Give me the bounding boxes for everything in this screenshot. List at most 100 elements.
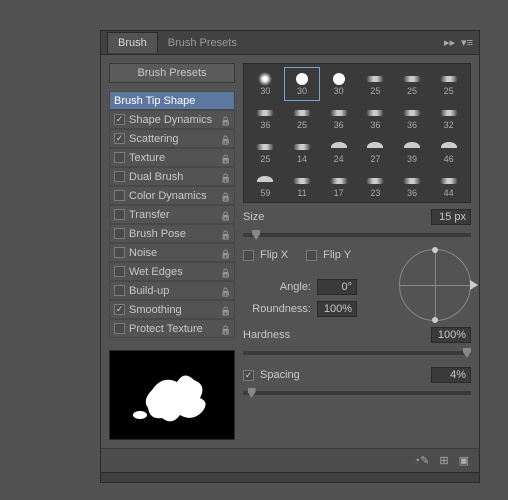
roundness-value[interactable]: 100% (317, 301, 357, 317)
size-label: Size (243, 211, 311, 223)
flipy-label: Flip Y (323, 249, 351, 261)
panel-footer: ◔✎ ⊞ ▣ (101, 448, 479, 472)
brush-thumbnail[interactable]: 46 (431, 136, 466, 168)
angle-label: Angle: (243, 281, 311, 293)
lock-icon[interactable] (220, 115, 230, 125)
brush-thumbnail[interactable]: 27 (358, 136, 393, 168)
hardness-label: Hardness (243, 329, 311, 341)
option-checkbox[interactable] (114, 190, 125, 201)
brush-thumbnail[interactable]: 23 (358, 170, 393, 202)
option-checkbox[interactable] (114, 228, 125, 239)
option-checkbox[interactable] (114, 304, 125, 315)
panel-menu-icon[interactable]: ▾≡ (461, 36, 473, 49)
option-brush-tip-shape[interactable]: Brush Tip Shape (109, 91, 235, 110)
brush-thumbnail[interactable]: 30 (248, 68, 283, 100)
size-value[interactable]: 15 px (431, 209, 471, 225)
spacing-value[interactable]: 4% (431, 367, 471, 383)
option-checkbox[interactable] (114, 114, 125, 125)
brush-thumbnail[interactable]: 11 (285, 170, 320, 202)
lock-icon[interactable] (220, 229, 230, 239)
brush-thumbnail[interactable]: 36 (321, 102, 356, 134)
brush-thumbnail[interactable]: 36 (358, 102, 393, 134)
option-brush-pose[interactable]: Brush Pose (109, 224, 235, 243)
lock-icon[interactable] (220, 153, 230, 163)
spacing-slider[interactable] (243, 391, 471, 395)
roundness-label: Roundness: (243, 303, 311, 315)
lock-icon[interactable] (220, 286, 230, 296)
option-transfer[interactable]: Transfer (109, 205, 235, 224)
brush-thumbnail[interactable]: 44 (431, 170, 466, 202)
brush-thumbnail[interactable]: 30 (321, 68, 356, 100)
option-label: Color Dynamics (129, 190, 207, 202)
option-checkbox[interactable] (114, 266, 125, 277)
option-label: Transfer (129, 209, 170, 221)
collapse-icon[interactable]: ▸▸ (444, 36, 455, 49)
brush-presets-button[interactable]: Brush Presets (109, 63, 235, 83)
angle-control[interactable] (399, 249, 471, 321)
option-scattering[interactable]: Scattering (109, 129, 235, 148)
option-label: Smoothing (129, 304, 182, 316)
flipx-checkbox[interactable] (243, 250, 254, 261)
option-noise[interactable]: Noise (109, 243, 235, 262)
option-texture[interactable]: Texture (109, 148, 235, 167)
option-checkbox[interactable] (114, 152, 125, 163)
brush-thumbnail[interactable]: 36 (395, 170, 430, 202)
brush-thumbnail[interactable]: 36 (395, 102, 430, 134)
lock-icon[interactable] (220, 305, 230, 315)
tab-brush[interactable]: Brush (107, 32, 158, 53)
option-shape-dynamics[interactable]: Shape Dynamics (109, 110, 235, 129)
option-label: Brush Tip Shape (114, 95, 195, 107)
spacing-checkbox[interactable] (243, 370, 254, 381)
angle-value[interactable]: 0° (317, 279, 357, 295)
new-brush-icon[interactable]: ⊞ (439, 454, 448, 467)
brush-thumbnail[interactable]: 59 (248, 170, 283, 202)
lock-icon[interactable] (220, 172, 230, 182)
brush-thumbnail[interactable]: 25 (431, 68, 466, 100)
spacing-label: Spacing (260, 369, 300, 381)
option-label: Build-up (129, 285, 169, 297)
brush-thumbnail[interactable]: 36 (248, 102, 283, 134)
lock-icon[interactable] (220, 324, 230, 334)
option-color-dynamics[interactable]: Color Dynamics (109, 186, 235, 205)
brush-thumbnail[interactable]: 14 (285, 136, 320, 168)
flipy-checkbox[interactable] (306, 250, 317, 261)
lock-icon[interactable] (220, 248, 230, 258)
option-checkbox[interactable] (114, 133, 125, 144)
brush-panel: Brush Brush Presets ▸▸ ▾≡ Brush Presets … (100, 30, 480, 483)
brush-thumbnail[interactable]: 30 (285, 68, 320, 100)
brush-thumbnail[interactable]: 32 (431, 102, 466, 134)
hardness-slider[interactable] (243, 351, 471, 355)
option-checkbox[interactable] (114, 285, 125, 296)
option-dual-brush[interactable]: Dual Brush (109, 167, 235, 186)
brush-thumbnail[interactable]: 25 (395, 68, 430, 100)
tab-brush-presets[interactable]: Brush Presets (158, 33, 247, 53)
hardness-value[interactable]: 100% (431, 327, 471, 343)
option-smoothing[interactable]: Smoothing (109, 300, 235, 319)
lock-icon[interactable] (220, 267, 230, 277)
toggle-preview-icon[interactable]: ◔✎ (414, 454, 430, 467)
brush-thumbnail[interactable]: 17 (321, 170, 356, 202)
trash-icon[interactable]: ▣ (459, 454, 469, 467)
option-label: Brush Pose (129, 228, 186, 240)
brush-thumbnail[interactable]: 24 (321, 136, 356, 168)
lock-icon[interactable] (220, 134, 230, 144)
lock-icon[interactable] (220, 191, 230, 201)
brush-thumbnail[interactable]: 25 (285, 102, 320, 134)
option-label: Dual Brush (129, 171, 183, 183)
option-checkbox[interactable] (114, 247, 125, 258)
options-sidebar: Brush Presets Brush Tip Shape Shape Dynam… (109, 63, 235, 440)
option-protect-texture[interactable]: Protect Texture (109, 319, 235, 338)
lock-icon[interactable] (220, 210, 230, 220)
option-label: Scattering (129, 133, 179, 145)
option-checkbox[interactable] (114, 323, 125, 334)
option-checkbox[interactable] (114, 171, 125, 182)
brush-thumbnail[interactable]: 25 (358, 68, 393, 100)
resize-grip[interactable] (101, 472, 479, 482)
option-wet-edges[interactable]: Wet Edges (109, 262, 235, 281)
option-checkbox[interactable] (114, 209, 125, 220)
brush-thumbnail[interactable]: 25 (248, 136, 283, 168)
brush-thumbnail-grid[interactable]: 3030302525253625363636322514242739465911… (243, 63, 471, 203)
brush-thumbnail[interactable]: 39 (395, 136, 430, 168)
size-slider[interactable] (243, 233, 471, 237)
option-build-up[interactable]: Build-up (109, 281, 235, 300)
